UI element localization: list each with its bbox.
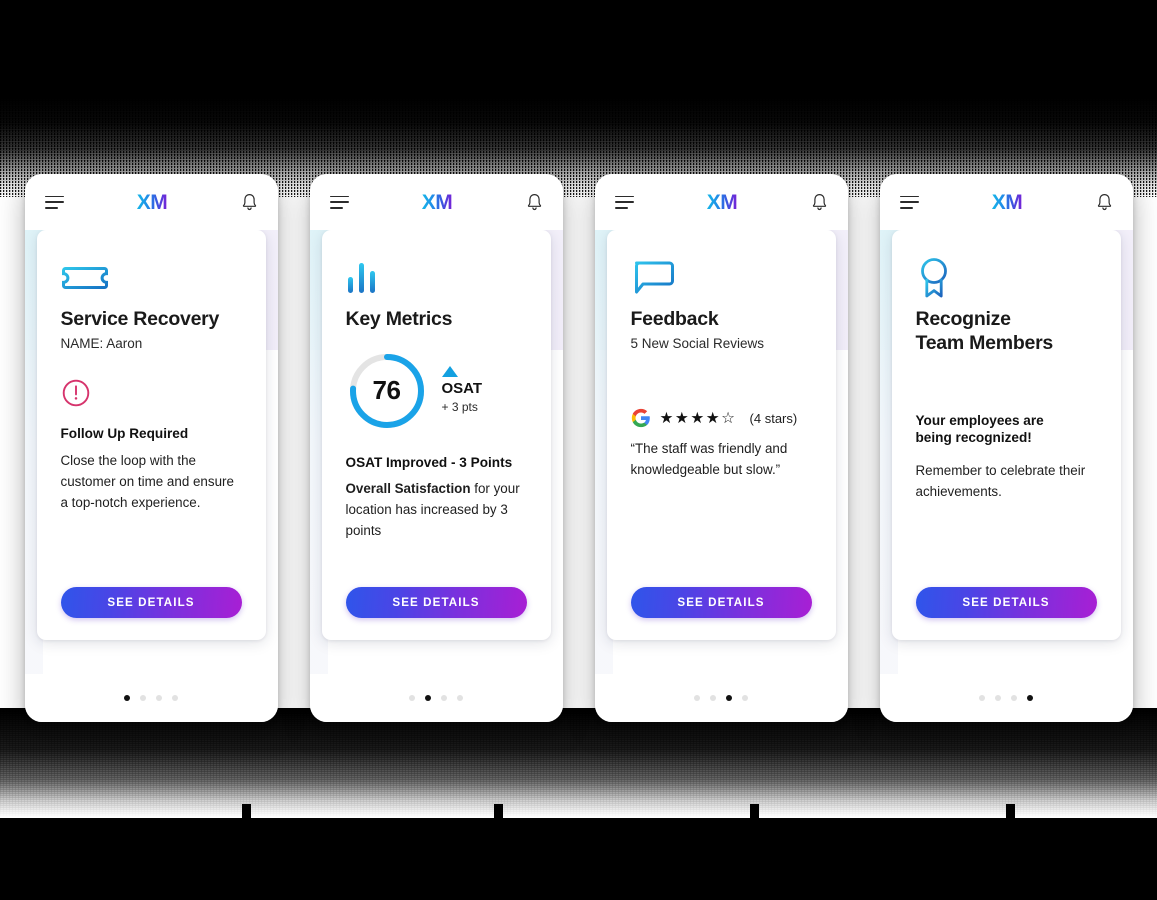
card-feedback: Feedback 5 New Social Reviews ★ ★ ★ ★ ☆ … — [606, 230, 836, 640]
xm-logo: XM — [706, 190, 738, 214]
triangle-up-icon — [441, 365, 458, 377]
xm-logo: XM — [136, 190, 168, 214]
hamburger-menu-icon[interactable] — [44, 195, 64, 209]
bar-chart-icon — [346, 252, 527, 304]
phone-recognize-team: XM Recognize Team Members Your employees… — [879, 174, 1133, 722]
pager-dot-1[interactable] — [979, 695, 985, 701]
pager-dot-1[interactable] — [409, 695, 415, 701]
pager-dot-3[interactable] — [156, 695, 162, 701]
hamburger-menu-icon[interactable] — [329, 195, 349, 209]
xm-logo: XM — [991, 190, 1023, 214]
card-subtitle: 5 New Social Reviews — [630, 335, 765, 351]
card-container: Feedback 5 New Social Reviews ★ ★ ★ ★ ☆ … — [595, 230, 848, 674]
osat-score-value: 76 — [372, 375, 401, 406]
phone-mockup-row: XM Service Recovery NAME: Aaron Follow U… — [0, 0, 1157, 900]
pager-dots — [24, 674, 278, 722]
pager-dot-4[interactable] — [172, 695, 178, 701]
screenshot-stage: XM Service Recovery NAME: Aaron Follow U… — [0, 0, 1157, 900]
star-rating: ★ ★ ★ ★ ☆ — [660, 411, 736, 427]
card-container: Key Metrics 76 OSAT + 3 pts OSAT Improve… — [310, 230, 563, 674]
notification-bell-icon[interactable] — [811, 193, 828, 212]
pager-dot-2[interactable] — [425, 695, 431, 701]
star-filled-icon: ★ — [690, 409, 705, 427]
pager-dots — [879, 674, 1133, 722]
card-title: Key Metrics — [345, 308, 453, 330]
app-bar: XM — [594, 174, 848, 230]
pager-dot-3[interactable] — [441, 695, 447, 701]
card-body-heading: Your employees are being recognized! — [915, 412, 1044, 446]
phone-feedback: XM Feedback 5 New Social Reviews ★ ★ ★ ★… — [594, 174, 848, 722]
card-body-text: Remember to celebrate their achievements… — [915, 462, 1086, 499]
card-service-recovery: Service Recovery NAME: Aaron Follow Up R… — [36, 230, 266, 640]
star-empty-icon: ☆ — [721, 409, 736, 427]
see-details-button[interactable]: SEE DETAILS — [630, 587, 812, 618]
card-subtitle: NAME: Aaron — [60, 335, 143, 351]
pager-dot-1[interactable] — [124, 695, 130, 701]
see-details-button[interactable]: SEE DETAILS — [345, 587, 527, 618]
card-container: Recognize Team Members Your employees ar… — [880, 230, 1133, 674]
phone-service-recovery: XM Service Recovery NAME: Aaron Follow U… — [24, 174, 278, 722]
card-title: Feedback — [630, 308, 719, 330]
award-ribbon-icon — [916, 252, 1097, 304]
pager-dot-2[interactable] — [995, 695, 1001, 701]
body-text-bold: Overall Satisfaction — [345, 481, 471, 497]
card-key-metrics: Key Metrics 76 OSAT + 3 pts OSAT Improve… — [321, 230, 551, 640]
see-details-button[interactable]: SEE DETAILS — [915, 587, 1097, 618]
pager-dot-1[interactable] — [694, 695, 700, 701]
star-filled-icon: ★ — [659, 409, 674, 427]
pager-dot-3[interactable] — [726, 695, 732, 701]
pager-dot-4[interactable] — [1027, 695, 1033, 701]
card-body-heading: Follow Up Required — [60, 426, 189, 442]
osat-metric: 76 OSAT + 3 pts — [346, 350, 527, 432]
pager-dot-4[interactable] — [742, 695, 748, 701]
notification-bell-icon[interactable] — [526, 193, 543, 212]
pager-dot-2[interactable] — [140, 695, 146, 701]
pager-dot-2[interactable] — [710, 695, 716, 701]
google-g-icon — [631, 409, 650, 428]
star-filled-icon: ★ — [674, 409, 690, 427]
card-body-text: Overall Satisfaction for your location h… — [346, 479, 527, 541]
xm-logo: XM — [421, 190, 453, 214]
osat-trend: OSAT + 3 pts — [441, 365, 483, 416]
pager-dot-3[interactable] — [1011, 695, 1017, 701]
hamburger-menu-icon[interactable] — [899, 195, 919, 209]
card-title: Service Recovery — [60, 308, 220, 330]
phone-key-metrics: XM Key Metrics 76 OSAT + 3 pts OSAT Impr… — [309, 174, 563, 722]
app-bar: XM — [309, 174, 563, 230]
app-bar: XM — [879, 174, 1133, 230]
card-title: Recognize Team Members — [915, 308, 1054, 354]
speech-bubble-icon — [631, 252, 812, 304]
see-details-button[interactable]: SEE DETAILS — [60, 587, 242, 618]
pager-dot-4[interactable] — [457, 695, 463, 701]
osat-label: OSAT — [441, 379, 483, 397]
alert-exclamation-circle-icon — [61, 378, 242, 413]
osat-donut-chart: 76 — [346, 350, 428, 432]
osat-delta: + 3 pts — [441, 399, 478, 414]
app-bar: XM — [24, 174, 278, 230]
notification-bell-icon[interactable] — [1096, 193, 1113, 212]
ticket-icon — [61, 252, 242, 304]
card-container: Service Recovery NAME: Aaron Follow Up R… — [25, 230, 278, 674]
rating-label: (4 stars) — [749, 410, 798, 426]
review-quote: “The staff was friendly and knowledgeabl… — [630, 441, 788, 478]
notification-bell-icon[interactable] — [241, 193, 258, 212]
card-body-heading: OSAT Improved - 3 Points — [345, 454, 513, 470]
review-rating-row: ★ ★ ★ ★ ☆ (4 stars) — [631, 408, 812, 428]
pager-dots — [594, 674, 848, 722]
card-recognize-team: Recognize Team Members Your employees ar… — [891, 230, 1121, 640]
star-filled-icon: ★ — [705, 409, 721, 427]
hamburger-menu-icon[interactable] — [614, 195, 634, 209]
card-body-text: Close the loop with the customer on time… — [60, 453, 234, 510]
pager-dots — [309, 674, 563, 722]
